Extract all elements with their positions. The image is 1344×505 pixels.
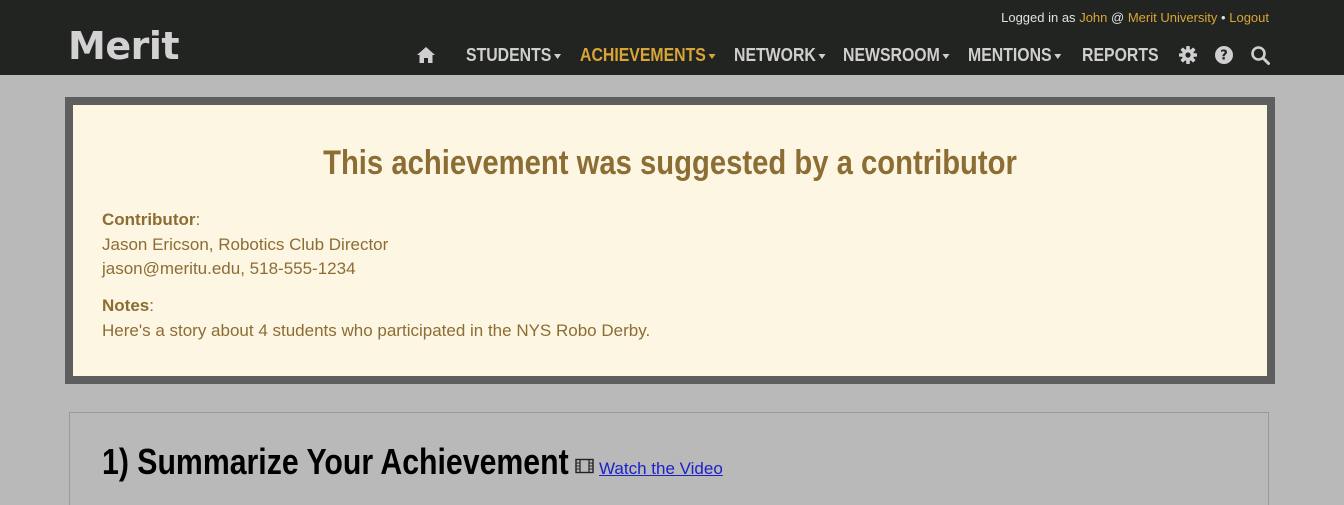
user-name-link[interactable]: John (1079, 10, 1107, 25)
chevron-down-icon (708, 54, 716, 59)
notes-text: Here's a story about 4 students who part… (102, 320, 651, 340)
chevron-down-icon (1054, 54, 1062, 59)
film-icon (575, 458, 594, 479)
nav-network-label: NETWORK (734, 44, 816, 65)
notice-title: This achievement was suggested by a cont… (323, 144, 1017, 182)
contributor-contact: jason@meritu.edu, 518-555-1234 (102, 259, 356, 278)
nav-achievements-label: ACHIEVEMENTS (580, 44, 706, 65)
logged-in-prefix: Logged in as (1001, 10, 1076, 25)
section-title: 1) Summarize Your Achievement (102, 441, 569, 482)
chevron-down-icon (554, 54, 562, 59)
watch-video-link[interactable]: Watch the Video (599, 459, 723, 479)
nav-mentions[interactable]: MENTIONS (968, 40, 1068, 70)
logout-link[interactable]: Logout (1229, 10, 1269, 25)
main-nav: STUDENTS ACHIEVEMENTS NETWORK NEWSROOM M… (466, 40, 1172, 70)
nav-reports[interactable]: REPORTS (1082, 40, 1161, 70)
nav-network[interactable]: NETWORK (734, 40, 830, 70)
contributor-name: Jason Ericson, Robotics Club Director (102, 234, 389, 254)
contributor-suggestion-notice: This achievement was suggested by a cont… (65, 97, 1275, 384)
nav-newsroom-label: NEWSROOM (843, 44, 940, 65)
chevron-down-icon (942, 54, 950, 59)
org-link[interactable]: Merit University (1128, 10, 1218, 25)
contributor-label: Contributor (102, 210, 196, 229)
nav-mentions-label: MENTIONS (968, 44, 1052, 65)
nav-students-label: STUDENTS (466, 44, 552, 65)
notes-info: Notes: Here's a story about 4 students w… (102, 294, 650, 343)
gear-icon[interactable] (1177, 44, 1199, 66)
logo[interactable]: Merit (68, 22, 180, 70)
top-navbar: Merit Logged in as John @ Merit Universi… (0, 0, 1344, 75)
nav-achievements[interactable]: ACHIEVEMENTS (580, 40, 716, 70)
at-sign: @ (1111, 10, 1125, 25)
user-status: Logged in as John @ Merit University • L… (1001, 9, 1269, 27)
help-icon[interactable]: ? (1213, 44, 1235, 66)
svg-text:?: ? (1220, 49, 1228, 64)
nav-students[interactable]: STUDENTS (466, 40, 566, 70)
search-icon[interactable] (1249, 44, 1271, 66)
contributor-info: Contributor: Jason Ericson, Robotics Clu… (102, 208, 388, 282)
summarize-section: 1) Summarize Your Achievement Watch the … (69, 412, 1269, 505)
nav-newsroom[interactable]: NEWSROOM (843, 40, 953, 70)
watch-video[interactable]: Watch the Video (575, 458, 723, 479)
separator: • (1221, 10, 1226, 25)
notes-label: Notes (102, 296, 150, 315)
nav-reports-label: REPORTS (1082, 44, 1159, 65)
chevron-down-icon (818, 54, 826, 59)
home-icon[interactable] (415, 44, 437, 66)
